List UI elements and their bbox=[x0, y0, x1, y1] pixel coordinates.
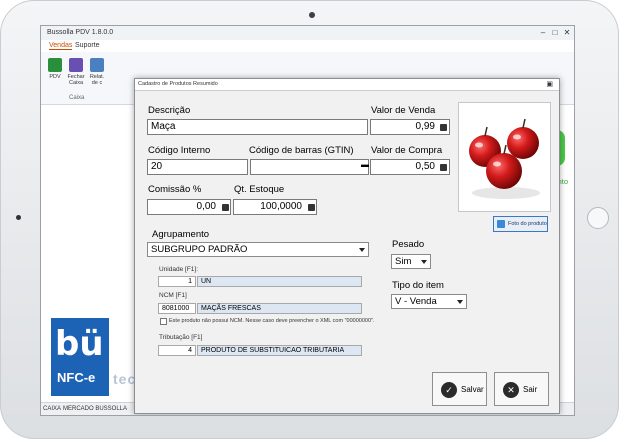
calculator-icon[interactable] bbox=[440, 124, 447, 131]
comissao-label: Comissão % bbox=[148, 184, 202, 195]
pesado-select[interactable]: Sim bbox=[391, 254, 431, 269]
unidade-code-input[interactable]: 1 bbox=[158, 276, 196, 287]
tab-suporte[interactable]: Suporte bbox=[75, 42, 100, 49]
fechar-caixa-button[interactable]: Fechar Caixa bbox=[66, 58, 86, 86]
codigo-interno-label: Código Interno bbox=[148, 145, 211, 156]
tipo-item-label: Tipo do item bbox=[392, 280, 444, 291]
calculator-icon[interactable] bbox=[222, 204, 229, 211]
tributacao-code-input[interactable]: 4 bbox=[158, 345, 196, 356]
ribbon-tabs: Vendas Suporte bbox=[41, 40, 574, 52]
chevron-down-icon bbox=[421, 260, 427, 264]
pdv-button[interactable]: PDV bbox=[45, 58, 65, 80]
estoque-label: Qt. Estoque bbox=[234, 184, 285, 195]
tipo-item-select[interactable]: V - Venda bbox=[391, 294, 467, 309]
dialog-title: Cadastro de Produtos Resumido bbox=[138, 81, 218, 87]
home-button[interactable] bbox=[587, 207, 609, 229]
product-image bbox=[458, 102, 551, 212]
salvar-button[interactable]: ✓ Salvar bbox=[432, 372, 487, 406]
camera-photo-icon bbox=[497, 220, 505, 228]
apples-picture bbox=[469, 118, 540, 199]
camera-icon bbox=[309, 12, 315, 18]
close-button[interactable]: ✕ bbox=[562, 28, 572, 37]
relatorio-button[interactable]: Relat. de c bbox=[87, 58, 107, 86]
ncm-code-input[interactable]: 8081000 bbox=[158, 303, 196, 314]
minimize-button[interactable]: – bbox=[538, 28, 548, 37]
valor-compra-label: Valor de Compra bbox=[371, 145, 443, 156]
tablet-frame: Bussolla PDV 1.8.0.0 – □ ✕ Vendas Suport… bbox=[0, 0, 619, 439]
ribbon-group-label: Caixa bbox=[69, 95, 85, 101]
calculator-icon[interactable] bbox=[308, 204, 315, 211]
codigo-barras-label: Código de barras (GTIN) bbox=[249, 145, 354, 156]
cart-icon bbox=[48, 58, 62, 72]
valor-compra-input[interactable]: 0,50 bbox=[370, 159, 450, 175]
logo-nfce: NFC-e bbox=[57, 370, 96, 385]
codigo-barras-input[interactable] bbox=[250, 159, 369, 175]
tab-vendas[interactable]: Vendas bbox=[49, 42, 73, 50]
codigo-interno-input[interactable]: 20 bbox=[147, 159, 248, 175]
unidade-label: Unidade [F1]: bbox=[159, 266, 199, 273]
descricao-input[interactable]: Maça bbox=[147, 119, 368, 135]
ncm-name-field: MAÇÃS FRESCAS bbox=[197, 303, 362, 314]
sem-ncm-label: Este produto não possui NCM. Nesse caso … bbox=[169, 318, 375, 324]
tributacao-name-field: PRODUTO DE SUBSTITUICAO TRIBUTARIA bbox=[197, 345, 362, 356]
foto-produto-button[interactable]: Foto do produto bbox=[493, 216, 548, 232]
sem-ncm-checkbox[interactable] bbox=[160, 318, 167, 325]
chevron-down-icon bbox=[457, 300, 463, 304]
report-icon bbox=[90, 58, 104, 72]
restore-icon[interactable]: ▣ bbox=[546, 80, 553, 88]
check-icon: ✓ bbox=[441, 382, 457, 398]
window-titlebar: Bussolla PDV 1.8.0.0 – □ ✕ bbox=[41, 26, 574, 40]
calculator-icon[interactable] bbox=[440, 164, 447, 171]
chevron-down-icon bbox=[359, 248, 365, 252]
valor-venda-input[interactable]: 0,99 bbox=[370, 119, 450, 135]
ncm-label: NCM [F1] bbox=[159, 292, 187, 299]
status-caixa: CAIXA bbox=[43, 406, 62, 412]
status-store: MERCADO BUSSOLLA bbox=[63, 406, 128, 412]
unidade-name-field: UN bbox=[197, 276, 362, 287]
estoque-input[interactable]: 100,0000 bbox=[233, 199, 317, 215]
sair-button[interactable]: ✕ Sair bbox=[494, 372, 549, 406]
sensor-dot bbox=[16, 215, 21, 220]
register-icon bbox=[69, 58, 83, 72]
agrupamento-select[interactable]: SUBGRUPO PADRÃO bbox=[147, 242, 369, 257]
app-screen: Bussolla PDV 1.8.0.0 – □ ✕ Vendas Suport… bbox=[40, 25, 575, 416]
dialog-titlebar: Cadastro de Produtos Resumido ▣ bbox=[135, 79, 559, 91]
product-dialog: Cadastro de Produtos Resumido ▣ Descriçã… bbox=[134, 78, 560, 414]
barcode-icon[interactable]: ▬ bbox=[361, 160, 369, 169]
pesado-label: Pesado bbox=[392, 239, 425, 250]
maximize-button[interactable]: □ bbox=[550, 28, 560, 37]
descricao-label: Descrição bbox=[148, 105, 191, 116]
comissao-input[interactable]: 0,00 bbox=[147, 199, 231, 215]
valor-venda-label: Valor de Venda bbox=[371, 105, 436, 116]
bussolla-logo: bü NFC-e bbox=[51, 318, 109, 396]
agrupamento-label: Agrupamento bbox=[152, 229, 210, 240]
window-title: Bussolla PDV 1.8.0.0 bbox=[47, 29, 114, 36]
close-icon: ✕ bbox=[503, 382, 519, 398]
tributacao-label: Tributação [F1] bbox=[159, 334, 203, 341]
logo-mark: bü bbox=[55, 324, 104, 364]
